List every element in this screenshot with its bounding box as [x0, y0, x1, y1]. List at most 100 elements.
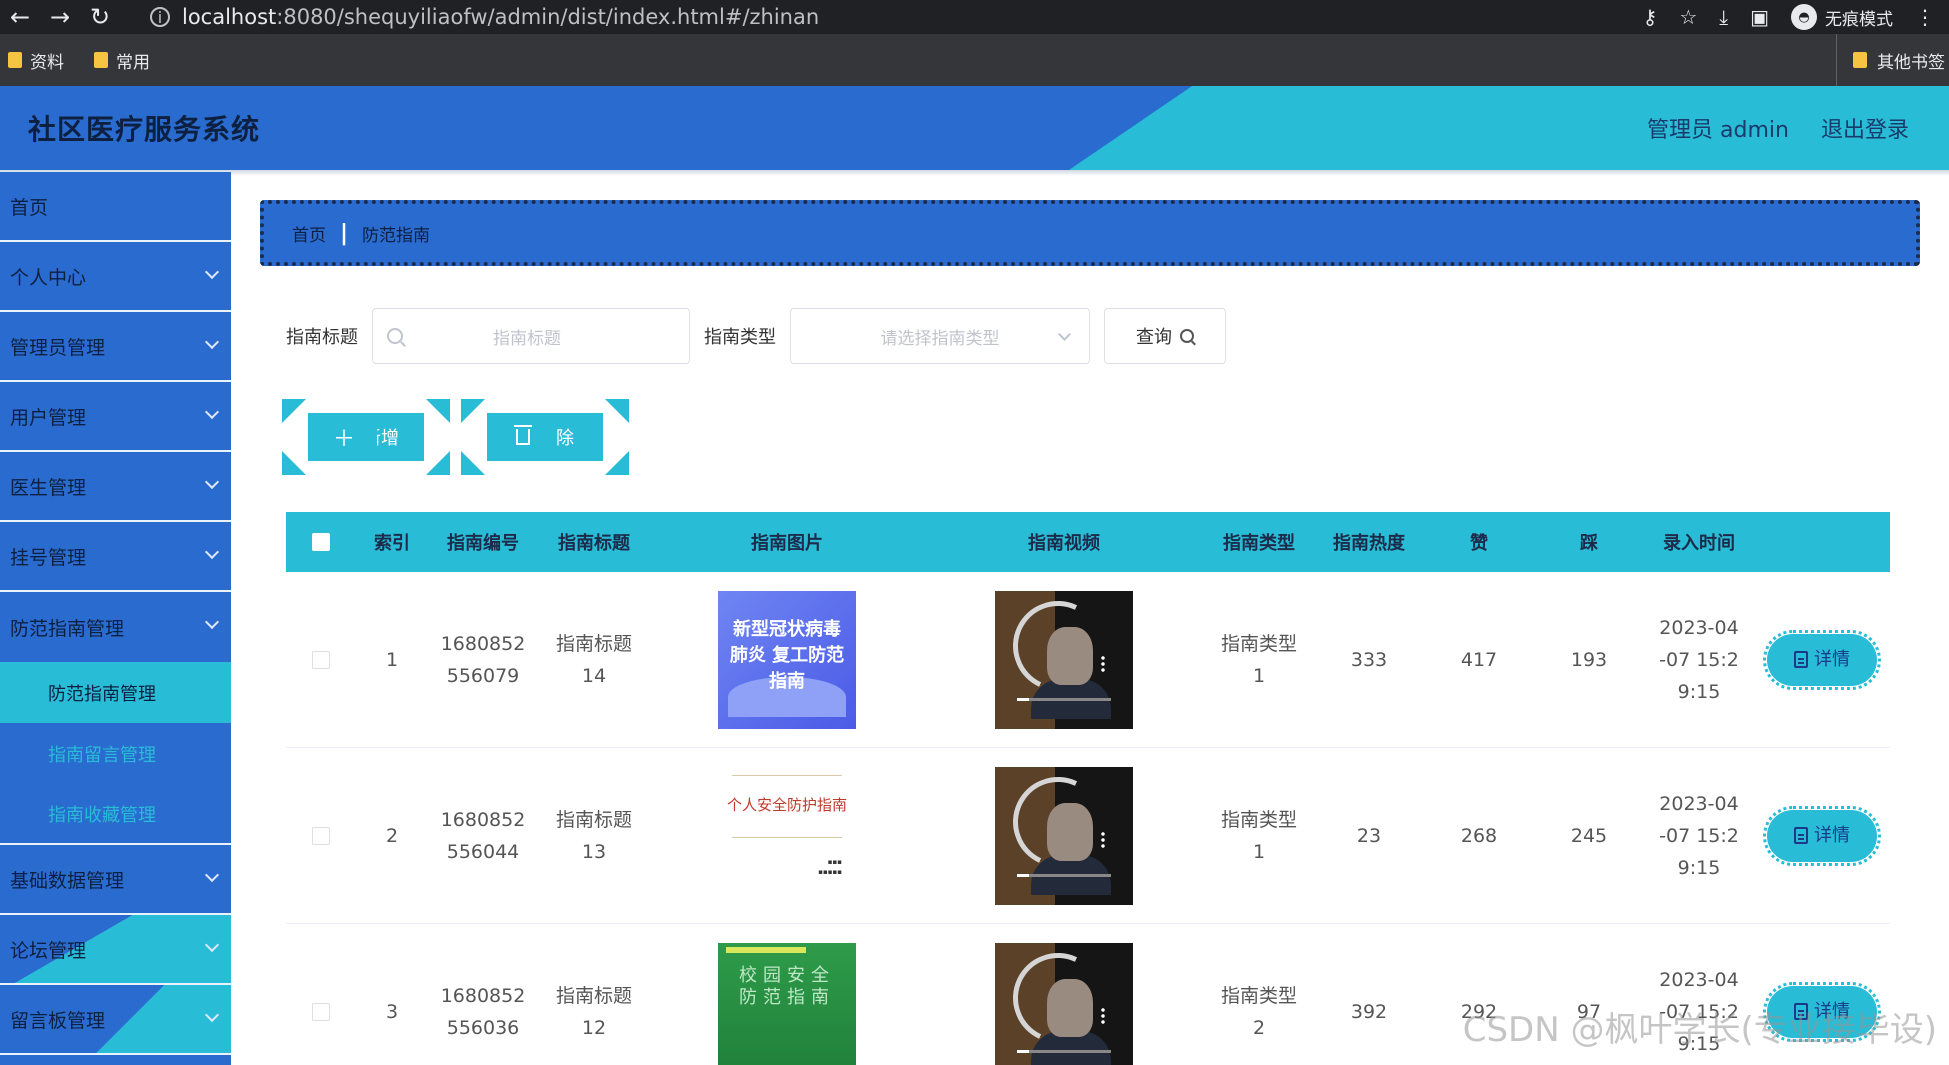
- cell-dislike: 193: [1570, 648, 1608, 671]
- star-icon[interactable]: ☆: [1679, 5, 1697, 29]
- image-decoration: [732, 774, 842, 776]
- col-header-number: 指南编号: [447, 533, 519, 554]
- row-checkbox[interactable]: [312, 1002, 330, 1021]
- forward-icon[interactable]: →: [40, 3, 80, 31]
- cell-number-line: 1680852: [440, 808, 526, 831]
- cell-heat: 333: [1350, 648, 1388, 671]
- sidebar-item-guides[interactable]: 防范指南管理: [0, 592, 231, 662]
- type-select[interactable]: 请选择指南类型: [790, 308, 1090, 364]
- cell-like: 417: [1460, 648, 1498, 671]
- sidebar-item-profile[interactable]: 个人中心: [0, 242, 231, 312]
- plus-icon: ＋: [332, 427, 355, 452]
- sidebar-subitem-guide-favorites[interactable]: 指南收藏管理: [0, 784, 231, 845]
- query-button-label: 查询: [1136, 327, 1172, 348]
- address-bar[interactable]: i localhost:8080/shequyiliaofw/admin/dis…: [140, 2, 1580, 32]
- col-header-image: 指南图片: [751, 533, 823, 554]
- sidebar-item-home[interactable]: 首页: [0, 172, 231, 242]
- video-menu-icon[interactable]: [1101, 654, 1105, 673]
- sidebar-item-admins[interactable]: 管理员管理: [0, 312, 231, 382]
- button-corner: [282, 399, 306, 423]
- search-bar: 指南标题 指南标题 指南类型 请选择指南类型 查询: [286, 308, 1226, 364]
- sidebar-item-label: 首页: [10, 196, 49, 219]
- row-select[interactable]: [286, 1002, 356, 1021]
- sidebar-item-label: 论坛管理: [10, 939, 87, 962]
- chevron-down-icon: [204, 867, 220, 883]
- cell-number: 1680852 556079: [428, 628, 538, 692]
- sidebar-item-message-board[interactable]: 留言板管理: [0, 985, 231, 1055]
- cell-time-line: 2023-04: [1659, 616, 1739, 639]
- query-button[interactable]: 查询: [1104, 308, 1226, 364]
- row-checkbox[interactable]: [312, 826, 330, 845]
- sidebar-item-registration[interactable]: 挂号管理: [0, 522, 231, 592]
- cell-index: 3: [385, 1000, 399, 1023]
- guide-video[interactable]: [995, 590, 1133, 729]
- cell-index: 1: [385, 648, 399, 671]
- select-all-checkbox[interactable]: [312, 533, 330, 551]
- breadcrumb: 首页 | 防范指南: [260, 200, 1920, 266]
- row-checkbox[interactable]: [312, 650, 330, 669]
- video-menu-icon[interactable]: [1101, 830, 1105, 849]
- cell-number-line: 1680852: [440, 984, 526, 1007]
- sidebar-item-label: 基础数据管理: [10, 869, 125, 892]
- add-button[interactable]: ＋ 新增: [282, 399, 450, 475]
- delete-button[interactable]: 删除: [461, 399, 629, 475]
- back-icon[interactable]: ←: [0, 3, 40, 31]
- incognito-icon: ◓: [1791, 4, 1817, 30]
- video-progress-bar[interactable]: [1017, 873, 1111, 877]
- video-progress-bar[interactable]: [1017, 697, 1111, 701]
- col-header-dislike: 踩: [1580, 533, 1598, 554]
- row-select[interactable]: [286, 650, 356, 669]
- type-filter-label: 指南类型: [704, 327, 776, 348]
- header-select-all[interactable]: [286, 533, 356, 551]
- sidebar-item-label: 防范指南管理: [10, 617, 125, 640]
- detail-button[interactable]: 详情: [1763, 629, 1881, 690]
- guide-video[interactable]: [995, 766, 1133, 905]
- chevron-down-icon: [204, 1007, 220, 1023]
- sidebar-item-forum[interactable]: 论坛管理: [0, 915, 231, 985]
- trash-icon: [514, 425, 532, 445]
- bookmarks-bar: 资料 常用 其他书签: [0, 34, 1949, 86]
- menu-icon[interactable]: ⋮: [1915, 5, 1935, 29]
- header-shadow: [0, 170, 1949, 176]
- cell-number-line: 1680852: [440, 632, 526, 655]
- detail-button[interactable]: 详情: [1763, 805, 1881, 866]
- reload-icon[interactable]: ↻: [80, 3, 120, 31]
- download-icon[interactable]: ⤓: [1719, 5, 1728, 29]
- bookmark-folder[interactable]: 常用: [94, 48, 150, 73]
- type-select-placeholder: 请选择指南类型: [880, 328, 1000, 349]
- title-search-input[interactable]: 指南标题: [372, 308, 690, 364]
- breadcrumb-home[interactable]: 首页: [292, 221, 326, 246]
- cell-video: [924, 766, 1204, 905]
- sidebar-subitem-guide-manage[interactable]: 防范指南管理: [0, 662, 231, 723]
- cell-number-line: 556036: [446, 1016, 520, 1039]
- cell-video: [924, 590, 1204, 729]
- table-header: 索引 指南编号 指南标题 指南图片 指南视频 指南类型 指南热度 赞 踩 录入时…: [286, 512, 1890, 572]
- document-icon: [1794, 651, 1808, 668]
- sidepanel-icon[interactable]: ▣: [1750, 5, 1769, 29]
- incognito-badge[interactable]: ◓ 无痕模式: [1791, 4, 1893, 30]
- other-bookmarks[interactable]: 其他书签: [1836, 34, 1949, 86]
- logout-link[interactable]: 退出登录: [1821, 112, 1909, 144]
- guide-image[interactable]: 校园安全 防范指南: [718, 942, 856, 1065]
- chevron-down-icon: [1058, 328, 1071, 341]
- sidebar-item-doctors[interactable]: 医生管理: [0, 452, 231, 522]
- cell-number-line: 556044: [446, 840, 520, 863]
- bookmark-folder[interactable]: 资料: [8, 48, 64, 73]
- video-menu-icon[interactable]: [1101, 1006, 1105, 1025]
- sidebar-subitem-guide-comments[interactable]: 指南留言管理: [0, 723, 231, 784]
- site-info-icon[interactable]: i: [150, 7, 170, 27]
- row-select[interactable]: [286, 826, 356, 845]
- cell-type: 指南类型 1: [1204, 628, 1314, 692]
- cell-heat: 392: [1350, 1000, 1388, 1023]
- sidebar-item-users[interactable]: 用户管理: [0, 382, 231, 452]
- cell-title-line: 指南标题: [555, 984, 632, 1007]
- guide-video[interactable]: [995, 942, 1133, 1065]
- video-progress-bar[interactable]: [1017, 1049, 1111, 1053]
- title-filter-label: 指南标题: [286, 327, 358, 348]
- sidebar-item-base-data[interactable]: 基础数据管理: [0, 845, 231, 915]
- col-header-time: 录入时间: [1663, 533, 1735, 554]
- key-icon[interactable]: ⚷: [1643, 5, 1658, 29]
- cell-actions: 详情: [1754, 805, 1890, 866]
- guide-image[interactable]: 新型冠状病毒肺炎 复工防范指南: [718, 590, 856, 729]
- guide-image[interactable]: 个人安全防护指南 ▪▪▪ ▪▪▪▪▪: [718, 766, 856, 905]
